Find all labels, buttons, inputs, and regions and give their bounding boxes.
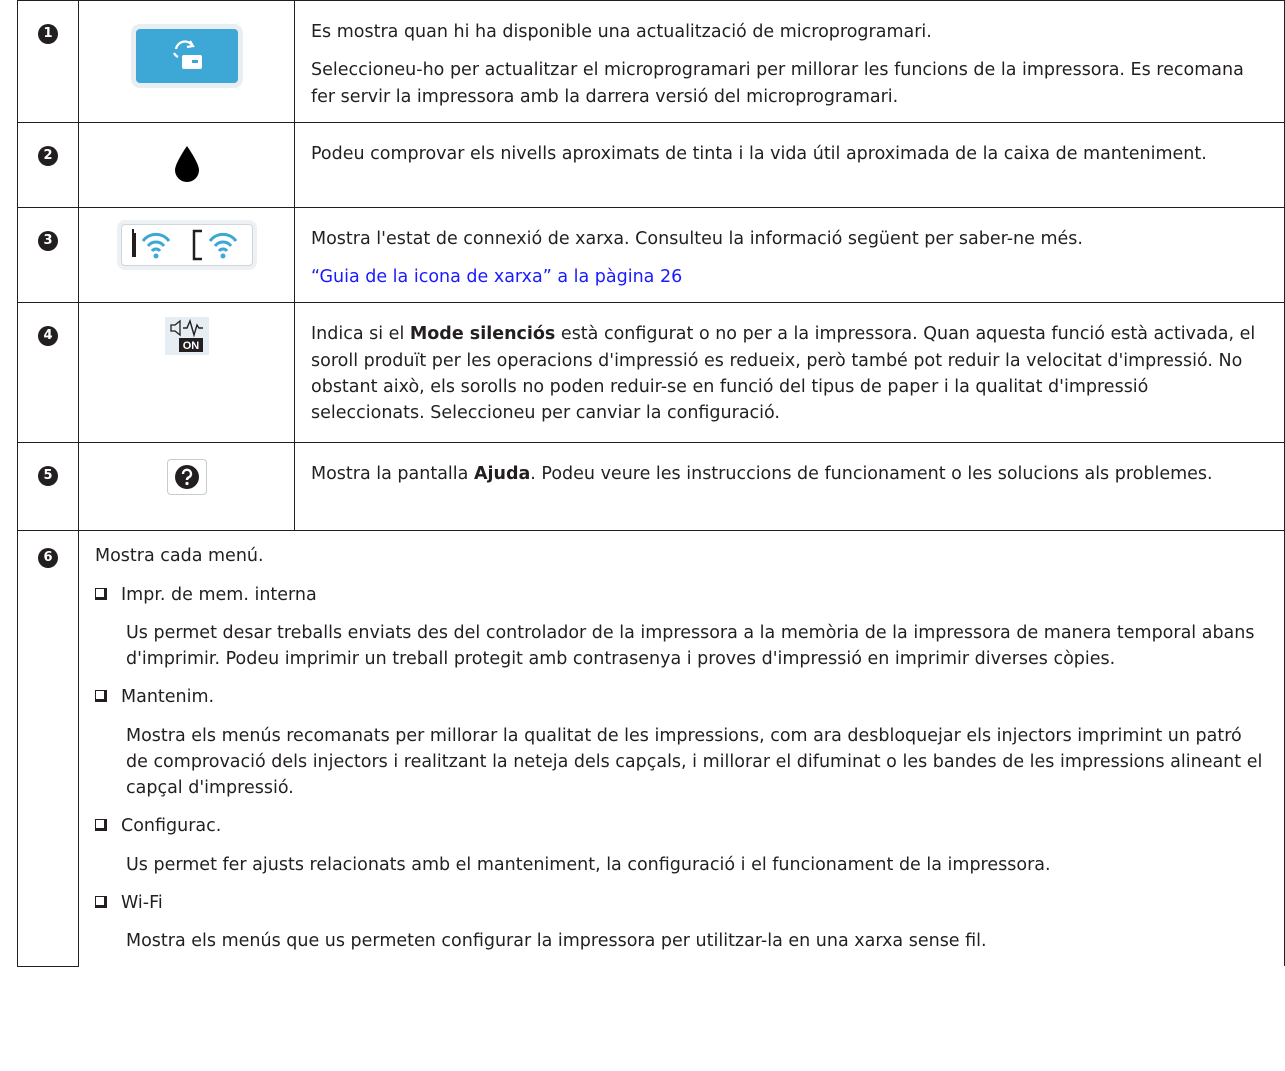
wifi-direct-icon xyxy=(192,229,238,260)
ink-drop-icon[interactable] xyxy=(174,145,200,183)
checkbox-bullet-icon xyxy=(95,587,107,600)
description-text: Mostra la pantalla Ajuda. Podeu veure le… xyxy=(311,464,1213,485)
checkbox-bullet-icon xyxy=(95,819,107,832)
row-number: 2 xyxy=(38,145,58,166)
checkbox-bullet-icon xyxy=(95,690,107,703)
description-text: Podeu comprovar els nivells aproximats d… xyxy=(311,143,1207,164)
table-row: 5 Mostra la pantalla Ajuda. Podeu veure … xyxy=(17,442,1285,532)
icon-cell xyxy=(78,442,295,532)
menu-item-description: Us permet desar treballs enviats des del… xyxy=(126,622,1255,669)
row-number: 1 xyxy=(38,24,58,44)
icon-cell: ON xyxy=(78,302,295,444)
quiet-mode-icon[interactable]: ON xyxy=(164,317,209,356)
description-cell: Mostra la pantalla Ajuda. Podeu veure le… xyxy=(294,442,1285,532)
help-term: Ajuda xyxy=(473,464,531,485)
wifi-router-icon xyxy=(132,228,171,259)
list-item: Wi-Fi xyxy=(95,890,1266,916)
list-item: Configurac. xyxy=(95,813,1266,839)
menu-item-label: Impr. de mem. interna xyxy=(121,584,317,605)
menu-description-cell: Mostra cada menú. Impr. de mem. interna … xyxy=(78,530,1285,967)
network-icon-guide-link[interactable]: “Guia de la icona de xarxa” a la pàgina … xyxy=(311,267,682,287)
description-text: Seleccioneu-ho per actualitzar el microp… xyxy=(311,60,1244,107)
description-text: Mostra l'estat de connexió de xarxa. Con… xyxy=(311,228,1083,249)
menu-intro: Mostra cada menú. xyxy=(95,546,264,567)
icon-cell xyxy=(78,206,295,304)
list-item: Mantenim. xyxy=(95,684,1266,710)
icon-cell xyxy=(78,121,295,208)
row-number: 4 xyxy=(38,326,58,347)
description-text: Indica si el Mode silenciós està configu… xyxy=(311,324,1256,423)
table-row: 6 Mostra cada menú. Impr. de mem. intern… xyxy=(17,530,1285,967)
wifi-status-icon[interactable] xyxy=(120,223,253,266)
row-number-cell: 6 xyxy=(17,530,79,967)
description-text: Es mostra quan hi ha disponible una actu… xyxy=(311,22,932,42)
menu-item-label: Mantenim. xyxy=(121,687,215,708)
menu-item-label: Wi-Fi xyxy=(121,892,163,913)
row-number-cell: 4 xyxy=(17,302,79,444)
row-number: 3 xyxy=(38,230,58,251)
description-cell: Podeu comprovar els nivells aproximats d… xyxy=(294,121,1285,208)
row-number-cell: 5 xyxy=(17,442,79,532)
icon-cell xyxy=(78,0,295,123)
row-number: 5 xyxy=(38,466,58,487)
row-number: 6 xyxy=(38,548,58,569)
quiet-mode-term: Mode silenciós xyxy=(409,324,556,345)
table-row: 2 Podeu comprovar els nivells aproximats… xyxy=(17,121,1285,208)
row-number-cell: 1 xyxy=(17,0,79,123)
help-icon[interactable] xyxy=(166,459,207,496)
menu-item-label: Configurac. xyxy=(121,816,222,837)
icon-reference-table: 1 Es mostra quan hi ha disponible una ac… xyxy=(17,0,1285,967)
description-cell: Indica si el Mode silenciós està configu… xyxy=(294,302,1285,444)
checkbox-bullet-icon xyxy=(95,895,107,908)
row-number-cell: 2 xyxy=(17,121,79,208)
menu-item-description: Mostra els menús recomanats per millorar… xyxy=(126,725,1263,799)
table-row: 4 ON Indica si el Mode silenciós està co… xyxy=(17,302,1285,444)
quiet-mode-on-label: ON xyxy=(182,340,199,352)
menu-item-description: Us permet fer ajusts relacionats amb el … xyxy=(126,854,1051,875)
description-cell: Es mostra quan hi ha disponible una actu… xyxy=(294,0,1285,123)
table-row: 3 Mostra l'estat de connexió de xarxa. C… xyxy=(17,206,1285,304)
menu-item-description: Mostra els menús que us permeten configu… xyxy=(126,931,987,951)
list-item: Impr. de mem. interna xyxy=(95,582,1266,608)
table-row: 1 Es mostra quan hi ha disponible una ac… xyxy=(17,0,1285,123)
firmware-update-icon[interactable] xyxy=(135,29,238,83)
description-cell: Mostra l'estat de connexió de xarxa. Con… xyxy=(294,206,1285,304)
row-number-cell: 3 xyxy=(17,206,79,304)
